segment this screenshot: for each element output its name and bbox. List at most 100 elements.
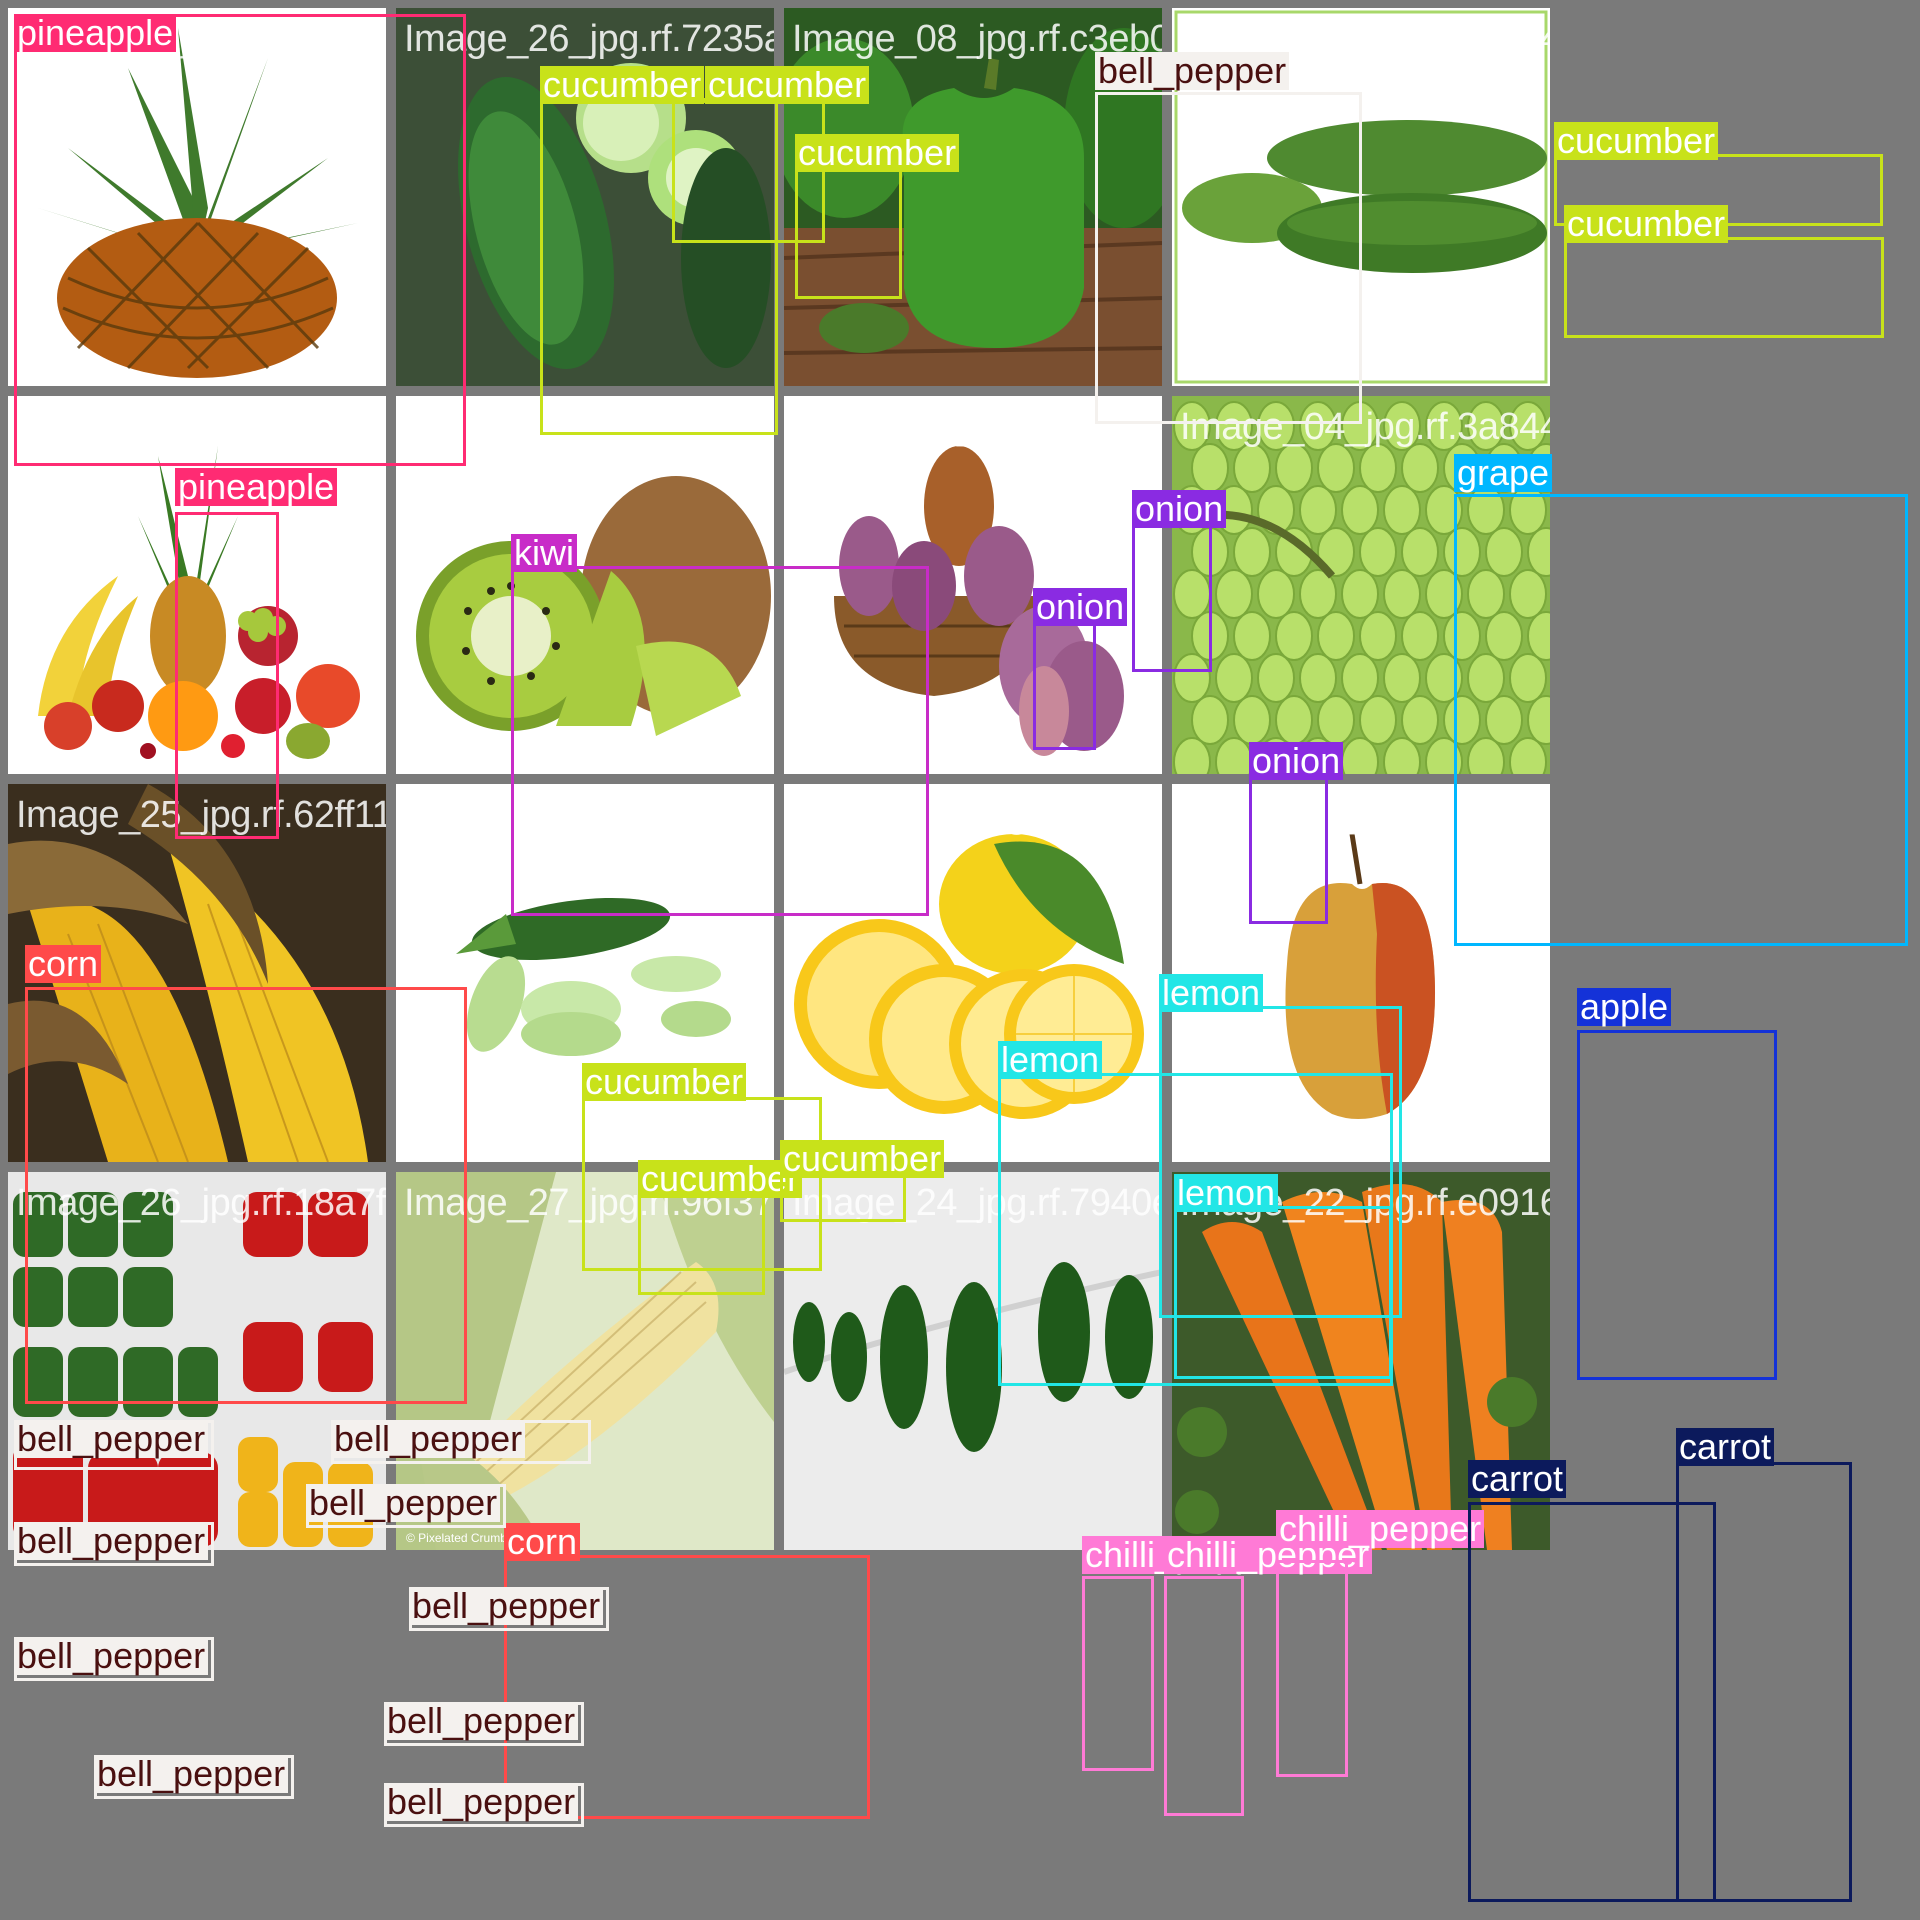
grape-berry: [1467, 485, 1505, 535]
grape-berry: [1257, 653, 1295, 703]
grape-berry: [1359, 611, 1397, 661]
bell-pepper-bounding-box: [384, 1702, 584, 1746]
bell-pepper-bounding-box: [94, 1755, 294, 1799]
cucumber-photo: [396, 784, 774, 1162]
grid-tile: Image_24_jpg.rf.28484c4f4: [1172, 8, 1550, 386]
grape-berry: [1275, 443, 1313, 493]
grape-berry: [1341, 737, 1379, 774]
grape-berry: [1425, 401, 1463, 451]
grape-berry: [1215, 401, 1253, 451]
bell-pepper-bounding-box: [409, 1587, 609, 1631]
grape-berry: [1485, 527, 1523, 577]
bell-pepper-label: bell_pepper: [14, 1637, 209, 1675]
bell-pepper-collage-photo: [8, 1172, 386, 1550]
grape-berry: [1383, 653, 1421, 703]
grape-berry: [1401, 611, 1439, 661]
grape-berry: [1485, 695, 1523, 745]
grid-tile: Image_25_jpg.rf.62ff1181201: [8, 784, 386, 1162]
grape-berry: [1443, 695, 1481, 745]
grape-berry: [1383, 737, 1421, 774]
grape-berry: [1467, 401, 1505, 451]
grape-berry: [1275, 611, 1313, 661]
grape-berry: [1215, 485, 1253, 535]
bell-pepper-photo: [784, 8, 1162, 386]
grape-berry: [1233, 611, 1271, 661]
grid-tile: Image_28_jpg.rf.a153ca2fe04: [784, 396, 1162, 774]
grape-berry: [1443, 611, 1481, 661]
grape-berry: [1509, 653, 1547, 703]
grape-berry: [1425, 569, 1463, 619]
chilli-pepper-bounding-box: [1082, 1576, 1154, 1771]
grape-berry: [1383, 401, 1421, 451]
apple-photo: [1172, 784, 1550, 1162]
grape-berry: [1299, 653, 1337, 703]
grape-berry: [1191, 611, 1229, 661]
grid-tile: Image_25_jpg.rf.392a02e4e1: [396, 784, 774, 1162]
grape-berry: [1233, 527, 1271, 577]
bell-pepper-label: bell_pepper: [384, 1702, 579, 1740]
grape-berry: [1509, 401, 1547, 451]
grape-berry: [1425, 737, 1463, 774]
grape-berry: [1191, 527, 1229, 577]
grape-berry: [1173, 653, 1211, 703]
grid-tile: Image_22_jpg.rf.e091679a2: [1172, 1172, 1550, 1550]
grape-berry: [1509, 569, 1547, 619]
onion-basket-photo: [784, 396, 1162, 774]
chilli-pepper-bounding-box: [1164, 1576, 1244, 1816]
cucumber-label: cucumber: [1564, 205, 1729, 243]
grid-tile: Image_20_jpg.rf.d5757fab6a: [396, 396, 774, 774]
grape-berry: [1317, 695, 1355, 745]
grape-berry: [1485, 443, 1523, 493]
carrot-photo: [1172, 1172, 1550, 1550]
grape-berry: [1299, 401, 1337, 451]
bell-pepper-label: bell_pepper: [409, 1587, 604, 1625]
grape-berry: [1401, 443, 1439, 493]
grid-tile: Image_09_jpg.rf.9fdaf23a31e5: [1172, 784, 1550, 1162]
carrot-label: carrot: [1676, 1428, 1775, 1466]
grape-berry: [1443, 527, 1481, 577]
grape-berry: [1401, 695, 1439, 745]
grape-berry: [1173, 737, 1211, 774]
kiwi-photo: [396, 396, 774, 774]
grape-berry: [1443, 443, 1481, 493]
grape-berry: [1215, 569, 1253, 619]
grape-berry: [1341, 485, 1379, 535]
grape-berry: [1257, 737, 1295, 774]
cucumber-bounding-box: [1554, 154, 1883, 226]
grape-berry: [1299, 737, 1337, 774]
svg-text:© Pixelated Crumb: © Pixelated Crumb: [406, 1531, 507, 1545]
bell-pepper-bounding-box: [384, 1783, 584, 1827]
grape-berry: [1359, 443, 1397, 493]
grape-berry: [1191, 695, 1229, 745]
grape-berry: [1341, 401, 1379, 451]
lemon-photo: [784, 784, 1162, 1162]
grape-berry: [1467, 653, 1505, 703]
bell-pepper-label: bell_pepper: [94, 1755, 289, 1793]
grape-berry: [1299, 485, 1337, 535]
corn-bounding-box: [504, 1555, 870, 1819]
grape-berry: [1383, 485, 1421, 535]
apple-bounding-box: [1577, 1030, 1777, 1380]
cucumber-label: cucumber: [1554, 122, 1719, 160]
grape-photo: [1172, 396, 1550, 774]
grape-berry: [1317, 443, 1355, 493]
grape-berry: [1317, 611, 1355, 661]
grape-berry: [1509, 737, 1547, 774]
grape-berry: [1173, 485, 1211, 535]
grape-berry: [1359, 695, 1397, 745]
grape-berry: [1383, 569, 1421, 619]
carrot-bounding-box: [1676, 1462, 1852, 1902]
grape-berry: [1173, 569, 1211, 619]
grape-berry: [1257, 401, 1295, 451]
pineapple-photo: [8, 8, 386, 386]
grape-berry: [1509, 485, 1547, 535]
cucumber-photo: [396, 8, 774, 386]
grid-tile: Image_04_jpg.rf.3a8443876: [1172, 396, 1550, 774]
grid-tile: Image_26_jpg.rf.7235a632b1: [396, 8, 774, 386]
grape-berry: [1173, 401, 1211, 451]
grape-berry: [1341, 653, 1379, 703]
grape-berry: [1401, 527, 1439, 577]
corn-photo: © Pixelated Crumb: [396, 1172, 774, 1550]
cucumber-bounding-box: [1564, 237, 1884, 338]
grape-berry: [1233, 443, 1271, 493]
